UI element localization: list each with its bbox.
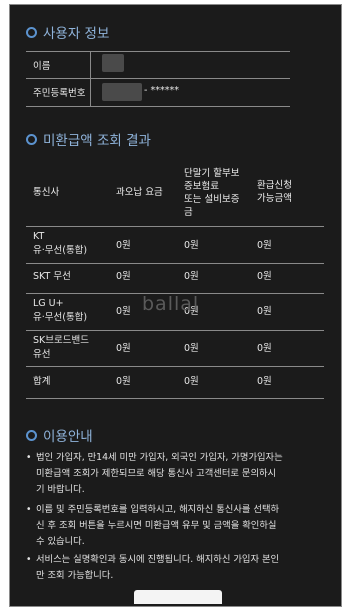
carrier-cell-sub: 유·무선(통합) bbox=[33, 245, 88, 256]
refund-cell: 0원 bbox=[257, 306, 272, 317]
name-label: 이름 bbox=[33, 61, 51, 72]
masked-rrn bbox=[102, 83, 142, 101]
masked-name bbox=[102, 54, 124, 72]
header-device-line: 단말기 할부보 bbox=[184, 168, 240, 179]
header-refund-line: 가능금액 bbox=[257, 193, 292, 204]
carrier-cell: 합계 bbox=[33, 376, 51, 387]
row-divider bbox=[26, 366, 324, 367]
result-title: 미환급액 조회 결과 bbox=[26, 129, 151, 149]
device-cell: 0원 bbox=[184, 240, 199, 251]
overpaid-cell: 0원 bbox=[116, 271, 131, 282]
overpaid-cell: 0원 bbox=[116, 343, 131, 354]
guide-item-line: 법인 가입자, 만14세 미만 가입자, 외국인 가입자, 가명가입자는 bbox=[36, 452, 283, 463]
carrier-cell: KT bbox=[33, 231, 45, 242]
table-bottom-divider bbox=[26, 398, 324, 399]
guide-item: • 서비스는 실명확인과 동시에 진행됩니다. 해지하신 가입자 본인 만 조회… bbox=[26, 552, 332, 584]
guide-title: 이용안내 bbox=[26, 425, 93, 445]
guide-item-line: 이름 및 주민등록번호를 입력하시고, 해지하신 통신사를 선택하 bbox=[36, 504, 280, 515]
divider bbox=[90, 51, 91, 107]
rrn-masked-suffix: - ****** bbox=[144, 85, 179, 96]
guide-item-text: 이름 및 주민등록번호를 입력하시고, 해지하신 통신사를 선택하 신 후 조회… bbox=[36, 502, 332, 550]
guide-title-text: 이용안내 bbox=[43, 429, 93, 445]
guide-item-text: 법인 가입자, 만14세 미만 가입자, 외국인 가입자, 가명가입자는 미환급… bbox=[36, 450, 332, 498]
row-divider bbox=[26, 263, 324, 264]
guide-item-line: 신 후 조회 버튼을 누르시면 미환급액 유무 및 금액을 확인하실 bbox=[36, 520, 277, 531]
header-carrier: 통신사 bbox=[33, 187, 60, 198]
watermark: ballal bbox=[142, 293, 200, 315]
refund-cell: 0원 bbox=[257, 343, 272, 354]
rrn-label: 주민등록번호 bbox=[33, 88, 86, 99]
guide-item-line: 기 바랍니다. bbox=[36, 484, 85, 495]
refund-cell: 0원 bbox=[257, 376, 272, 387]
bullet-ring-icon bbox=[26, 133, 37, 145]
overpaid-cell: 0원 bbox=[116, 306, 131, 317]
user-info-title-text: 사용자 정보 bbox=[43, 26, 110, 42]
header-device-line: 증보험료 bbox=[184, 181, 219, 192]
guide-item: • 이름 및 주민등록번호를 입력하시고, 해지하신 통신사를 선택하 신 후 … bbox=[26, 502, 332, 550]
refund-cell: 0원 bbox=[257, 271, 272, 282]
carrier-cell-sub: 유선 bbox=[33, 349, 51, 360]
divider bbox=[26, 51, 290, 52]
bullet-dot: • bbox=[26, 504, 32, 515]
bullet-dot: • bbox=[26, 554, 32, 565]
guide-item-line: 만 조회 가능합니다. bbox=[36, 570, 114, 581]
overpaid-cell: 0원 bbox=[116, 240, 131, 251]
bullet-ring-icon bbox=[26, 26, 37, 38]
row-divider bbox=[26, 330, 324, 331]
user-info-title: 사용자 정보 bbox=[26, 22, 109, 42]
divider bbox=[26, 78, 290, 79]
result-title-text: 미환급액 조회 결과 bbox=[43, 133, 151, 149]
header-device-line: 금 bbox=[184, 207, 193, 218]
carrier-cell: LG U+ bbox=[33, 298, 64, 309]
table-header-divider bbox=[26, 226, 324, 227]
divider bbox=[26, 106, 290, 107]
header-refund: 환급신청 가능금액 bbox=[257, 179, 292, 205]
header-device-line: 또는 설비보증 bbox=[184, 194, 240, 205]
header-device: 단말기 할부보 증보험료 또는 설비보증 금 bbox=[184, 167, 239, 219]
bullet-ring-icon bbox=[26, 429, 37, 441]
guide-item-text: 서비스는 실명확인과 동시에 진행됩니다. 해지하신 가입자 본인 만 조회 가… bbox=[36, 552, 332, 584]
carrier-cell: SK브로드밴드 bbox=[33, 335, 89, 346]
guide-item: • 법인 가입자, 만14세 미만 가입자, 외국인 가입자, 가명가입자는 미… bbox=[26, 450, 332, 498]
guide-item-line: 서비스는 실명확인과 동시에 진행됩니다. 해지하신 가입자 본인 bbox=[36, 554, 280, 565]
overpaid-cell: 0원 bbox=[116, 376, 131, 387]
device-cell: 0원 bbox=[184, 376, 199, 387]
carrier-cell-sub: 유·무선(통합) bbox=[33, 312, 88, 323]
carrier-cell: SKT 무선 bbox=[33, 271, 71, 282]
device-cell: 0원 bbox=[184, 343, 199, 354]
bullet-dot: • bbox=[26, 452, 32, 463]
header-overpaid: 과오납 요금 bbox=[116, 187, 163, 198]
device-cell: 0원 bbox=[184, 271, 199, 282]
refund-cell: 0원 bbox=[257, 240, 272, 251]
header-refund-line: 환급신청 bbox=[257, 180, 292, 191]
bottom-button[interactable] bbox=[134, 590, 222, 604]
content-frame: 사용자 정보 이름 주민등록번호 - ****** 미환급액 조회 결과 통신사… bbox=[9, 4, 342, 607]
guide-item-line: 수 있습니다. bbox=[36, 536, 85, 547]
guide-item-line: 미환급액 조회가 제한되므로 해당 통신사 고객센터로 문의하시 bbox=[36, 468, 277, 479]
